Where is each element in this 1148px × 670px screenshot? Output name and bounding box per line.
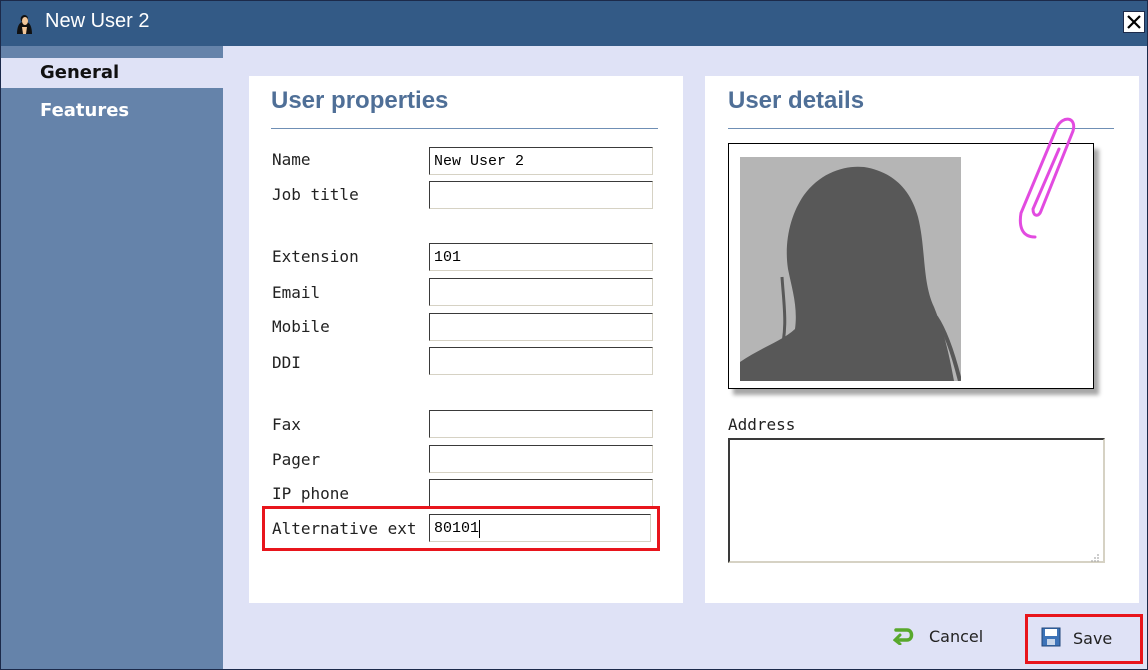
user-photo-placeholder[interactable] [740, 157, 961, 381]
email-field[interactable] [429, 278, 653, 306]
extension-label: Extension [272, 247, 359, 266]
resize-grip-icon[interactable] [1090, 548, 1100, 562]
paperclip-icon [1011, 113, 1081, 247]
address-label: Address [728, 415, 796, 434]
fax-field[interactable] [429, 410, 653, 438]
save-highlight [1025, 614, 1143, 664]
close-button[interactable] [1123, 11, 1145, 33]
ddi-label: DDI [272, 353, 301, 372]
alternative-ext-highlight [262, 506, 660, 551]
extension-field[interactable]: 101 [429, 243, 653, 271]
address-field[interactable] [728, 438, 1105, 563]
cancel-arrow-icon [892, 627, 915, 649]
person-silhouette-icon [740, 166, 961, 381]
name-field[interactable]: New User 2 [429, 147, 653, 175]
ip-phone-field[interactable] [429, 479, 653, 507]
user-avatar-icon [13, 13, 35, 35]
user-properties-heading: User properties [271, 87, 449, 114]
user-details-heading: User details [728, 87, 865, 114]
sidebar-item-features[interactable]: Features [1, 96, 223, 126]
job-title-label: Job title [272, 185, 359, 204]
window-title: New User 2 [45, 10, 150, 32]
name-label: Name [272, 150, 311, 169]
user-properties-divider [271, 128, 658, 129]
mobile-label: Mobile [272, 317, 330, 336]
cancel-button[interactable]: Cancel [892, 627, 984, 649]
new-user-window: New User 2 General Features User propert… [0, 0, 1148, 670]
ip-phone-label: IP phone [272, 484, 350, 503]
sidebar-item-general[interactable]: General [1, 58, 223, 88]
ddi-field[interactable] [429, 347, 653, 375]
job-title-field[interactable] [429, 181, 653, 209]
sidebar: General Features [1, 46, 223, 669]
close-icon [1127, 15, 1141, 29]
cancel-label: Cancel [929, 627, 984, 646]
fax-label: Fax [272, 415, 301, 434]
pager-label: Pager [272, 450, 321, 469]
mobile-field[interactable] [429, 313, 653, 341]
pager-field[interactable] [429, 445, 653, 473]
title-bar[interactable]: New User 2 [1, 1, 1147, 46]
email-label: Email [272, 283, 321, 302]
